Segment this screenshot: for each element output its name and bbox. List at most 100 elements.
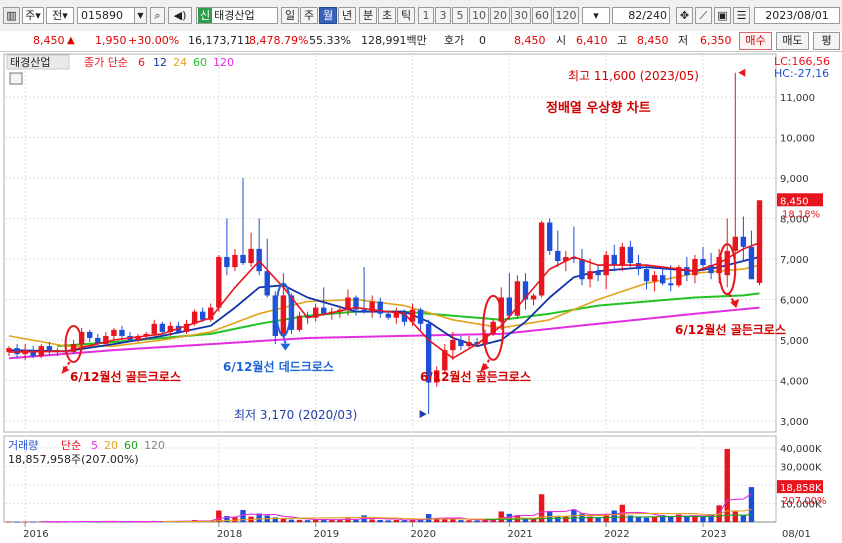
price-tick-label: 5,000	[780, 336, 809, 347]
legend-stock-name: 태경산업	[10, 56, 50, 69]
hc-indicator: HC:-27,16	[774, 67, 829, 80]
candle-body	[732, 236, 738, 251]
candle-body	[651, 275, 658, 282]
volume-legend-ma20: 20	[104, 439, 118, 452]
candle-body	[151, 323, 157, 334]
candle-body	[216, 256, 222, 308]
candle-body	[385, 313, 391, 318]
candle-body	[684, 267, 690, 276]
time-tick-label: 08/01	[782, 529, 811, 540]
candle-body	[417, 309, 424, 324]
time-tick-label: 2018	[217, 529, 242, 540]
price-tick-label: 7,000	[780, 255, 809, 266]
candle-body	[659, 275, 666, 284]
candle-body	[579, 259, 585, 280]
candle-body	[756, 200, 763, 283]
time-axis: 2016 2018 2019 2020 2021 2022 2023 08/01	[23, 522, 811, 540]
candle-body	[748, 246, 755, 280]
candle-body	[619, 246, 626, 266]
candle-body	[377, 301, 383, 314]
legend-ma12: 12	[153, 56, 167, 69]
volume-bar	[393, 519, 400, 522]
volume-bar	[700, 516, 706, 522]
candle-body	[264, 271, 270, 296]
volume-legend-ma60: 60	[124, 439, 138, 452]
candle-body	[700, 259, 706, 266]
volume-bar	[498, 511, 504, 522]
volume-legend-value: 18,857,958주(207.00%)	[8, 453, 139, 466]
legend-ma120: 120	[213, 56, 234, 69]
candle-body	[538, 222, 545, 296]
candle-body	[458, 340, 464, 347]
candle-body	[587, 271, 593, 280]
candle-body	[514, 281, 521, 316]
volume-legend-ma120: 120	[144, 439, 165, 452]
volume-tick-label: 30,000K	[780, 463, 822, 474]
candle-body	[345, 297, 351, 310]
volume-bar	[643, 517, 650, 522]
candle-body	[256, 248, 262, 272]
legend-ma6: 6	[138, 56, 145, 69]
table-icon[interactable]	[9, 72, 23, 85]
time-tick-label: 2016	[23, 529, 48, 540]
volume-bar	[611, 510, 617, 522]
annotation-trend: 정배열 우상향 차트	[546, 100, 651, 116]
candle-body	[111, 329, 117, 336]
annotation-low: 최저 3,170 (2020/03)	[234, 408, 357, 422]
candle-body	[321, 307, 327, 314]
candle-body	[724, 250, 730, 276]
candle-body	[70, 344, 77, 353]
candle-body	[740, 236, 747, 247]
volume-bar	[748, 487, 755, 522]
candle-body	[692, 259, 698, 276]
volume-bar	[329, 519, 335, 522]
volume-bar	[296, 519, 303, 522]
time-tick-label: 2021	[507, 529, 532, 540]
volume-legend-ma5: 5	[91, 439, 98, 452]
annotation-dead-cross: 6/12월선 데드크로스	[223, 359, 334, 374]
annotation-golden-cross-3: 6/12월선 골든크로스	[675, 322, 786, 337]
volume-bar	[304, 520, 311, 522]
candle-body	[87, 331, 93, 338]
volume-bar	[377, 519, 383, 522]
current-volume-tag-label: 18,858K	[780, 483, 822, 494]
candle-body	[240, 254, 246, 264]
volume-panel	[3, 435, 777, 523]
volume-bar	[668, 516, 674, 522]
volume-bar	[288, 519, 295, 522]
annotation-golden-cross-1: 6/12월선 골든크로스	[70, 369, 181, 384]
candle-body	[248, 248, 254, 264]
stock-chart: 3,0004,0005,0006,0007,0008,0009,00010,00…	[3, 53, 830, 540]
candle-body	[627, 246, 634, 264]
candle-body	[14, 348, 20, 355]
current-price-pct: 18.18%	[782, 209, 820, 220]
legend-ma60: 60	[193, 56, 207, 69]
price-tick-label: 11,000	[780, 93, 815, 104]
time-tick-label: 2020	[411, 529, 436, 540]
candle-body	[595, 271, 601, 276]
volume-bar	[458, 520, 464, 522]
volume-axis: 10,000K20,000K30,000K40,000K18,858K207.0…	[777, 444, 827, 511]
candle-body	[668, 283, 674, 286]
volume-bar	[684, 516, 690, 522]
candle-body	[224, 256, 230, 268]
candle-body	[555, 250, 561, 262]
candle-body	[450, 340, 456, 351]
volume-legend-name: 거래량	[8, 439, 38, 452]
current-price-tag-label: 8,450	[780, 196, 809, 207]
volume-bar	[6, 521, 12, 523]
volume-bar	[563, 516, 569, 522]
volume-legend-ma-label: 단순	[61, 439, 81, 452]
legend-ma-label: 종가 단순	[84, 56, 128, 69]
current-volume-pct: 207.00%	[782, 496, 827, 507]
volume-bar	[369, 519, 375, 522]
candle-body	[611, 254, 617, 266]
time-tick-label: 2019	[314, 529, 339, 540]
candle-body	[296, 315, 303, 330]
time-tick-label: 2022	[604, 529, 629, 540]
legend-ma24: 24	[173, 56, 187, 69]
candle-body	[643, 269, 650, 282]
volume-tick-label: 40,000K	[780, 444, 822, 455]
price-tick-label: 9,000	[780, 174, 809, 185]
volume-bar	[353, 519, 359, 522]
